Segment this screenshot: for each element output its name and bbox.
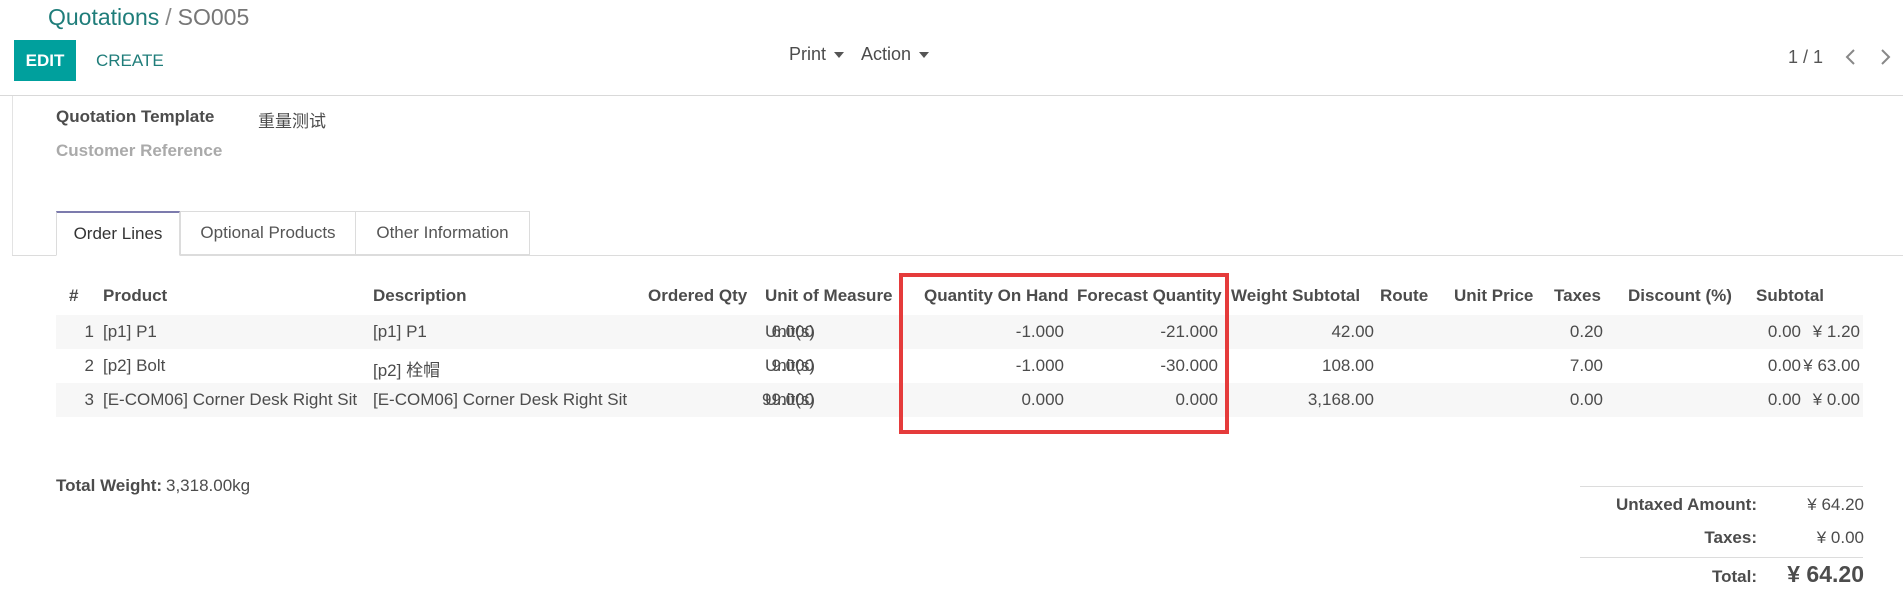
row-description: [E-COM06] Corner Desk Right Sit: [373, 390, 628, 409]
tabs-baseline: [12, 255, 1903, 256]
tab-optional-products[interactable]: Optional Products: [180, 211, 356, 255]
row-product: [p1] P1: [103, 322, 157, 341]
breadcrumb: Quotations / SO005: [48, 4, 249, 31]
caret-down-icon: [919, 51, 930, 58]
chevron-left-icon[interactable]: [1842, 48, 1860, 66]
total-label: Total:: [1711, 567, 1757, 586]
breadcrumb-current: SO005: [177, 4, 250, 30]
breadcrumb-separator: /: [165, 4, 172, 30]
print-label: Print: [789, 44, 827, 64]
col-header-route[interactable]: Route: [1380, 286, 1428, 306]
totals-rule: [1580, 486, 1863, 487]
tab-order-lines[interactable]: Order Lines: [56, 211, 180, 256]
row-weight-subtotal: 3,168.00: [1307, 390, 1374, 409]
chevron-right-icon[interactable]: [1876, 48, 1894, 66]
untaxed-amount-value: ¥ 64.20: [1807, 495, 1864, 514]
col-header-description[interactable]: Description: [373, 286, 467, 306]
sheet-left-border: [12, 96, 13, 256]
col-header-number[interactable]: #: [69, 286, 78, 306]
customer-reference-label: Customer Reference: [56, 141, 223, 160]
quotation-template-label: Quotation Template: [56, 107, 215, 126]
row-product: [p2] Bolt: [103, 356, 166, 375]
row-subtotal: ¥ 0.00: [1812, 390, 1860, 409]
row-uom: Unit(s): [765, 322, 816, 341]
taxes-value: ¥ 0.00: [1816, 528, 1864, 547]
totals-rule: [1580, 557, 1863, 558]
action-label: Action: [861, 44, 912, 64]
highlight-box: [899, 273, 1229, 434]
pager-value[interactable]: 1 / 1: [1788, 47, 1823, 68]
breadcrumb-quotations-link[interactable]: Quotations: [48, 4, 159, 30]
edit-button[interactable]: EDIT: [14, 40, 76, 81]
print-dropdown[interactable]: Print: [789, 44, 845, 65]
untaxed-amount-label: Untaxed Amount:: [1615, 495, 1757, 514]
col-header-weight-subtotal[interactable]: Weight Subtotal: [1231, 286, 1360, 306]
total-weight-value: 3,318.00kg: [166, 476, 251, 495]
control-panel: Quotations / SO005 EDIT CREATE Print Actio…: [0, 0, 1903, 96]
row-number: 3: [84, 390, 94, 409]
row-unit-price: 0.20: [1569, 322, 1603, 341]
col-header-taxes[interactable]: Taxes: [1554, 286, 1601, 306]
col-header-discount[interactable]: Discount (%): [1628, 286, 1732, 306]
total-weight-label: Total Weight:: [56, 476, 163, 495]
row-description: [p2] 栓帽: [373, 361, 441, 380]
row-subtotal: ¥ 1.20: [1812, 322, 1860, 341]
row-product: [E-COM06] Corner Desk Right Sit: [103, 390, 358, 409]
row-unit-price: 7.00: [1569, 356, 1603, 375]
row-subtotal: ¥ 63.00: [1803, 356, 1860, 375]
caret-down-icon: [834, 51, 845, 58]
col-header-unit-price[interactable]: Unit Price: [1454, 286, 1533, 306]
row-weight-subtotal: 108.00: [1322, 356, 1374, 375]
total-value: ¥ 64.20: [1787, 561, 1864, 587]
col-header-product[interactable]: Product: [103, 286, 167, 306]
col-header-ordered-qty[interactable]: Ordered Qty: [648, 286, 747, 306]
row-description: [p1] P1: [373, 322, 427, 341]
col-header-unit-of-measure[interactable]: Unit of Measure: [765, 286, 893, 306]
action-dropdown[interactable]: Action: [861, 44, 930, 65]
row-uom: Unit(s): [765, 356, 816, 375]
row-number: 1: [84, 322, 94, 341]
col-header-subtotal[interactable]: Subtotal: [1756, 286, 1824, 306]
row-weight-subtotal: 42.00: [1331, 322, 1374, 341]
row-unit-price: 0.00: [1569, 390, 1603, 409]
quotation-template-value: 重量测试: [258, 112, 326, 131]
create-button[interactable]: CREATE: [96, 40, 164, 81]
tab-other-information[interactable]: Other Information: [355, 211, 530, 255]
row-number: 2: [84, 356, 94, 375]
taxes-label: Taxes:: [1704, 528, 1757, 547]
row-uom: Unit(s): [765, 390, 816, 409]
